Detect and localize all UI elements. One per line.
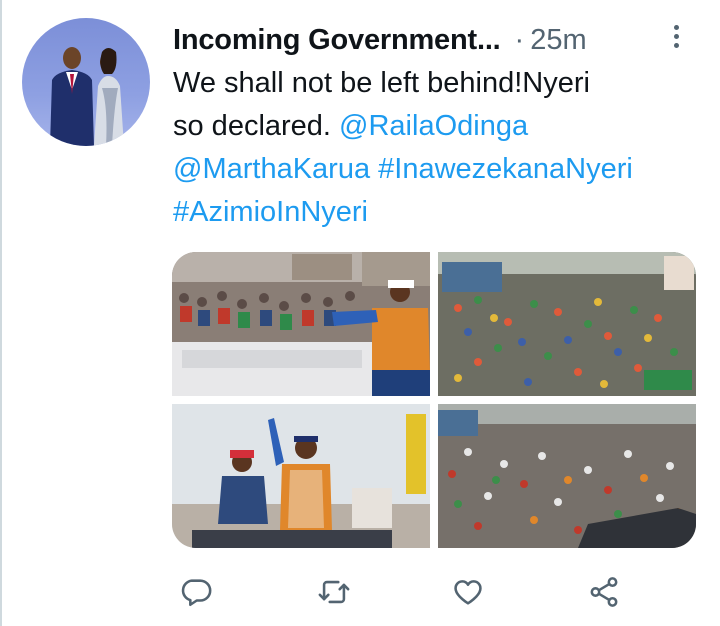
left-border [0, 0, 2, 626]
mention-link[interactable]: @RailaOdinga [339, 110, 528, 142]
photo-waving-leaders[interactable] [172, 404, 430, 548]
media-grid [172, 252, 696, 548]
reply-bubble-icon [181, 579, 212, 607]
tweet-header: Incoming Government... · 25m [173, 20, 587, 60]
more-vertical-icon[interactable] [668, 22, 684, 50]
share-button[interactable] [582, 570, 626, 614]
tweet-text-line: @MarthaKarua #InawezekanaNyeri [173, 148, 703, 191]
hashtag-link[interactable]: #AzimioInNyeri [173, 196, 368, 228]
retweet-icon [318, 580, 350, 604]
tweet-timestamp[interactable]: 25m [530, 24, 586, 57]
author-name[interactable]: Incoming Government... [173, 24, 501, 57]
tweet-text-line: #AzimioInNyeri [173, 191, 703, 234]
tweet-actions [172, 570, 652, 614]
heart-icon [454, 580, 482, 605]
tweet-text-plain: so declared. [173, 110, 340, 142]
tweet-text-plain: We shall not be left behind!Nyeri [173, 67, 590, 99]
photo-crowd-vehicle[interactable] [438, 404, 696, 548]
mention-hashtag-link[interactable]: @MarthaKarua #InawezekanaNyeri [173, 153, 633, 185]
reply-button[interactable] [174, 570, 218, 614]
share-icon [590, 577, 618, 607]
photo-crowd-street[interactable] [438, 252, 696, 396]
tweet-text-line: We shall not be left behind!Nyeri [173, 62, 703, 105]
avatar-image [50, 47, 124, 146]
tweet-text-line: so declared. @RailaOdinga [173, 105, 703, 148]
tweet-text: We shall not be left behind!Nyeri so dec… [173, 62, 703, 234]
photo-rally-vehicle[interactable] [172, 252, 430, 396]
author-avatar[interactable] [22, 18, 150, 146]
like-button[interactable] [446, 570, 490, 614]
header-separator: · [514, 23, 525, 56]
retweet-button[interactable] [312, 570, 356, 614]
